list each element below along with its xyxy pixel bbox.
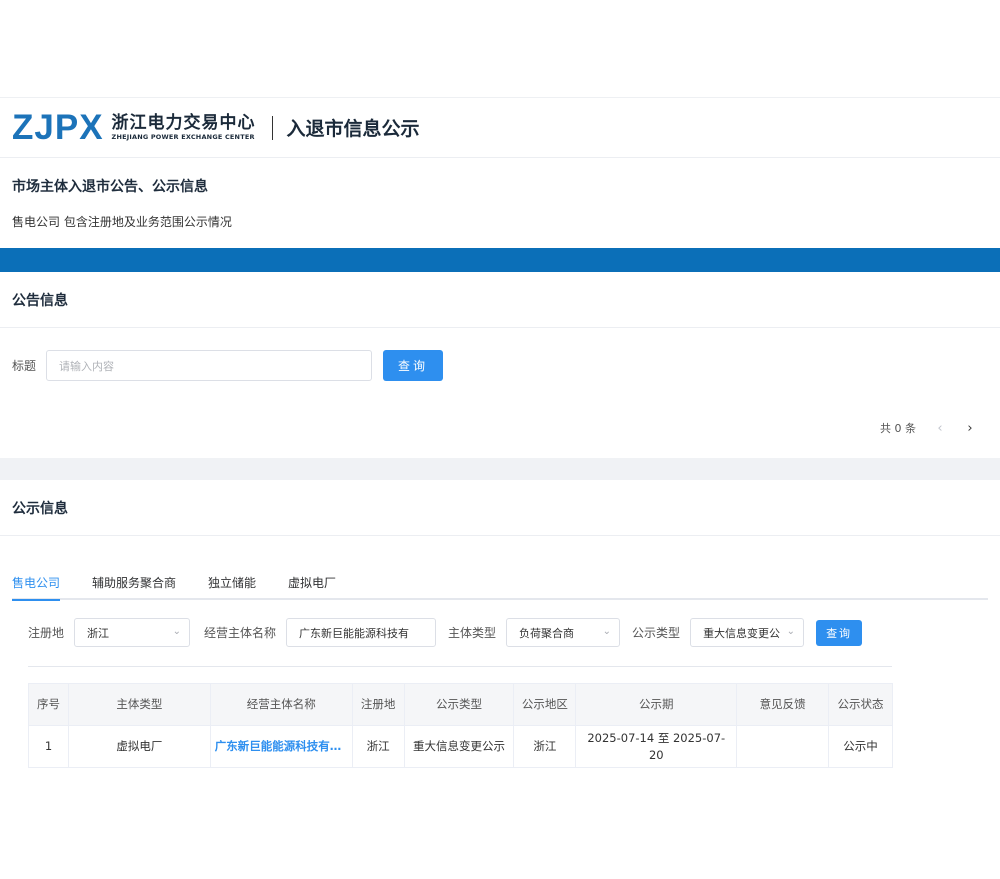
chevron-down-icon: ⌄ [602,626,612,637]
logo-mark-text: ZJPX [12,108,104,147]
announcement-section-title: 公告信息 [0,272,1000,328]
section-gap [0,458,1000,480]
col-header-status: 公示状态 [828,683,893,726]
notice-type-label: 公示类型 [632,626,681,640]
tab-virtual-power-plant[interactable]: 虚拟电厂 [288,565,336,599]
publicity-table: 序号 主体类型 经营主体名称 注册地 公示类型 公示地区 公示期 意见反馈 公示… [28,683,893,768]
total-count: 共 0 条 [880,422,916,435]
table-row: 1 虚拟电厂 广东新巨能能源科技有限公司 浙江 重大信息变更公示 浙江 2025… [28,725,893,768]
cell-notice-period: 2025-07-14 至 2025-07-20 [575,725,738,768]
logo-english-name: ZHEJIANG POWER EXCHANGE CENTER [111,133,255,141]
col-header-notice-period: 公示期 [575,683,738,726]
logo-text: 浙江电力交易中心 ZHEJIANG POWER EXCHANGE CENTER [112,113,256,142]
table-header-row: 序号 主体类型 经营主体名称 注册地 公示类型 公示地区 公示期 意见反馈 公示… [28,683,893,726]
publicity-filters: 注册地 浙江 ⌄ 经营主体名称 广东新巨能能源科技有 主体类型 负荷聚合商 ⌄ … [28,618,863,647]
cell-index: 1 [28,725,69,768]
filter-divider [28,666,892,667]
cell-feedback [736,725,830,768]
col-header-notice-type: 公示类型 [403,683,515,726]
col-header-notice-region: 公示地区 [513,683,577,726]
top-blank-area [0,0,1000,98]
cell-notice-type: 重大信息变更公示 [403,725,515,768]
intro-section: 市场主体入退市公告、公示信息 售电公司 包含注册地及业务范围公示情况 [0,158,1000,248]
title-search-input[interactable]: 请输入内容 [46,350,373,381]
publicity-search-button[interactable]: 查询 [816,619,863,646]
region-select-value: 浙江 [87,626,110,640]
cell-notice-region: 浙江 [513,725,577,768]
publicity-section-title: 公示信息 [0,480,1000,536]
chevron-down-icon: ⌄ [786,626,796,637]
blue-banner [0,248,1000,272]
col-header-index: 序号 [28,683,69,726]
entity-name-value: 广东新巨能能源科技有 [299,626,410,640]
header-divider [271,115,273,140]
entity-name-label: 经营主体名称 [204,626,277,640]
intro-description: 售电公司 包含注册地及业务范围公示情况 [12,215,232,229]
page-title: 入退市信息公示 [286,118,420,140]
chevron-down-icon: ⌄ [172,626,182,637]
announcement-search-row: 标题 请输入内容 查询 [12,350,444,381]
entity-type-value: 负荷聚合商 [519,626,575,640]
col-header-entity-name: 经营主体名称 [209,683,353,726]
col-header-feedback: 意见反馈 [736,683,830,726]
notice-type-select[interactable]: 重大信息变更公 ⌄ [690,618,805,647]
announcement-search-button[interactable]: 查询 [383,350,444,381]
announcement-search-area: 标题 请输入内容 查询 共 0 条 ‹ › [0,328,1000,458]
next-page-icon[interactable]: › [964,421,976,436]
prev-page-icon[interactable]: ‹ [934,421,946,436]
region-label: 注册地 [28,626,65,640]
zjpx-logo[interactable]: ZJPX [12,110,104,145]
announcement-pagination: 共 0 条 ‹ › [880,420,976,436]
cell-region: 浙江 [351,725,405,768]
title-label: 标题 [12,359,37,373]
entity-type-select[interactable]: 负荷聚合商 ⌄ [506,618,621,647]
col-header-region: 注册地 [351,683,405,726]
col-header-entity-type: 主体类型 [67,683,211,726]
cell-status: 公示中 [828,725,893,768]
site-header: ZJPX 浙江电力交易中心 ZHEJIANG POWER EXCHANGE CE… [0,98,1000,158]
tab-independent-storage[interactable]: 独立储能 [208,565,256,599]
entity-name-link[interactable]: 广东新巨能能源科技有限公司 [209,725,353,768]
entity-name-input[interactable]: 广东新巨能能源科技有 [286,618,437,647]
intro-title: 市场主体入退市公告、公示信息 [12,179,208,195]
tab-electricity-retailer[interactable]: 售电公司 [12,565,61,601]
region-select[interactable]: 浙江 ⌄ [74,618,191,647]
logo-chinese-name: 浙江电力交易中心 [111,113,256,133]
tab-ancillary-aggregator[interactable]: 辅助服务聚合商 [92,565,176,599]
publicity-tabs: 售电公司 辅助服务聚合商 独立储能 虚拟电厂 [12,565,988,601]
notice-type-value: 重大信息变更公 [703,626,781,640]
entity-type-label: 主体类型 [448,626,497,640]
cell-entity-type: 虚拟电厂 [67,725,211,768]
